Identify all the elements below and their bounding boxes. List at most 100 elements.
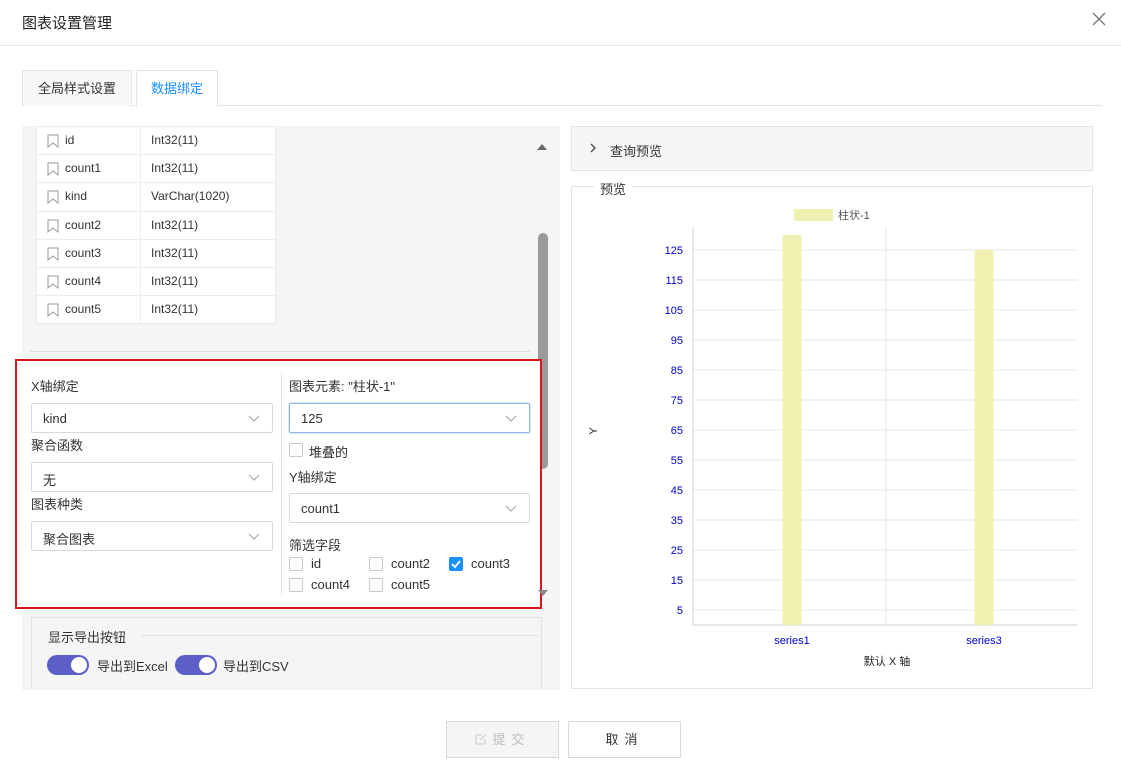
query-preview-collapse[interactable]: 查询预览 — [571, 126, 1093, 171]
query-preview-label: 查询预览 — [610, 144, 663, 159]
field-type: Int32(11) — [151, 161, 199, 176]
bar-chart: 5 15 25 35 45 55 65 75 85 95 105 115 125 series1 serie… — [588, 208, 1077, 668]
y-tick-label: 65 — [671, 425, 683, 437]
field-type: Int32(11) — [151, 217, 199, 232]
y-tick-label: 45 — [671, 485, 683, 497]
field-type: Int32(11) — [151, 245, 199, 260]
filter-label-count4: count4 — [311, 577, 351, 592]
field-row[interactable]: count4 Int32(11) — [37, 266, 275, 296]
field-row[interactable]: count2 Int32(11) — [37, 210, 275, 239]
y-tick-label: 55 — [671, 455, 683, 467]
export-group-legend: 显示导出按钮 — [48, 627, 135, 646]
y-tick-label: 125 — [665, 245, 683, 257]
bookmark-icon — [47, 219, 59, 233]
filter-label-count2: count2 — [391, 556, 431, 571]
y-axis-binding-label: Y轴绑定 — [289, 470, 337, 485]
export-csv-toggle[interactable] — [175, 655, 217, 675]
field-name: count1 — [65, 161, 102, 176]
field-type: Int32(11) — [151, 273, 199, 288]
y-tick-label: 115 — [665, 275, 683, 287]
close-icon[interactable] — [1091, 11, 1107, 27]
chart-type-value: 聚合图表 — [43, 532, 96, 547]
filter-label-count5: count5 — [391, 577, 431, 592]
stacked-label: 堆叠的 — [309, 445, 349, 460]
field-name: count2 — [65, 217, 102, 232]
chart-settings-dialog: 图表设置管理 全局样式设置 数据绑定 id Int32(11) count1 I… — [0, 0, 1121, 768]
field-row[interactable]: kind VarChar(1020) — [37, 182, 275, 211]
y-axis-select[interactable]: count1 — [289, 493, 530, 523]
bookmark-icon — [47, 162, 59, 177]
field-name: count5 — [65, 302, 102, 317]
x-tick-label: series1 — [774, 635, 809, 647]
field-type: Int32(11) — [151, 133, 199, 147]
scroll-down-arrow-icon[interactable] — [538, 590, 548, 596]
y-tick-label: 85 — [671, 365, 683, 377]
binding-settings-box: X轴绑定 kind 聚合函数 无 图表种类 聚合图表 图表元素: "柱状-1" … — [15, 359, 542, 609]
submit-button[interactable]: 提交 — [446, 721, 559, 758]
bar — [974, 250, 994, 625]
field-row[interactable]: count3 Int32(11) — [37, 238, 275, 267]
x-axis-value: kind — [43, 411, 67, 426]
bar — [782, 235, 802, 625]
y-tick-label: 5 — [677, 605, 683, 617]
x-axis-binding-label: X轴绑定 — [31, 379, 79, 394]
divider — [142, 635, 538, 636]
tab-data-binding[interactable]: 数据绑定 — [136, 70, 218, 107]
field-name: id — [65, 133, 75, 147]
y-tick-label: 75 — [671, 395, 683, 407]
filter-checkbox-count5[interactable] — [369, 578, 383, 592]
filter-checkbox-id[interactable] — [289, 557, 303, 571]
divider — [30, 351, 530, 352]
field-row[interactable]: count1 Int32(11) — [37, 154, 275, 183]
tab-global-style[interactable]: 全局样式设置 — [22, 70, 132, 106]
chart-type-select[interactable]: 聚合图表 — [31, 521, 273, 551]
stacked-checkbox[interactable] — [289, 443, 303, 457]
aggregate-function-select[interactable]: 无 — [31, 462, 273, 492]
chart-element-label: 图表元素: "柱状-1" — [289, 379, 396, 394]
field-name: count4 — [65, 273, 102, 288]
export-excel-toggle[interactable] — [47, 655, 89, 675]
chevron-down-icon — [248, 533, 260, 540]
y-tick-label: 95 — [671, 335, 683, 347]
filter-checkbox-count2[interactable] — [369, 557, 383, 571]
aggregate-function-value: 无 — [43, 473, 57, 488]
export-buttons-group: 显示导出按钮 导出到Excel 导出到CSV — [31, 617, 542, 689]
field-list: id Int32(11) count1 Int32(11) kind VarCh… — [36, 126, 276, 325]
filter-checkbox-count3[interactable] — [449, 557, 463, 571]
field-type: VarChar(1020) — [151, 189, 230, 204]
aggregate-function-label: 聚合函数 — [31, 438, 84, 453]
filter-checkbox-count4[interactable] — [289, 578, 303, 592]
export-excel-label: 导出到Excel — [97, 659, 168, 674]
field-row[interactable]: id Int32(11) — [37, 126, 275, 155]
filter-label-id: id — [311, 556, 322, 571]
chart-element-select[interactable]: 125 — [289, 403, 530, 433]
y-axis-title: Y — [588, 427, 600, 435]
chart-type-label: 图表种类 — [31, 497, 84, 512]
cancel-button[interactable]: 取消 — [568, 721, 681, 758]
x-axis-title: 默认 X 轴 — [864, 654, 910, 668]
cancel-button-label: 取消 — [605, 732, 644, 747]
export-csv-label: 导出到CSV — [223, 659, 289, 674]
bookmark-icon — [47, 190, 59, 205]
filter-fields-label: 筛选字段 — [289, 538, 342, 553]
legend-label: 柱状-1 — [838, 208, 870, 222]
dialog-footer: 提交 取消 — [0, 708, 1121, 768]
y-tick-label: 25 — [671, 545, 683, 557]
chevron-down-icon — [505, 505, 517, 512]
filter-label-count3: count3 — [471, 556, 511, 571]
chevron-down-icon — [248, 474, 260, 481]
chevron-down-icon — [505, 415, 517, 422]
chevron-right-icon — [590, 143, 596, 153]
x-tick-label: series3 — [966, 635, 1001, 647]
field-row[interactable]: count5 Int32(11) — [37, 295, 275, 324]
x-axis-select[interactable]: kind — [31, 403, 273, 433]
y-tick-label: 35 — [671, 515, 683, 527]
chevron-down-icon — [248, 415, 260, 422]
checkmark-icon — [451, 560, 461, 569]
y-tick-label: 15 — [671, 575, 683, 587]
preview-panel: 预览 5 15 25 35 45 55 65 75 85 95 105 115 125 series1 se… — [571, 179, 1093, 689]
bookmark-icon — [47, 247, 59, 261]
bookmark-icon — [47, 134, 59, 148]
scroll-up-arrow-icon[interactable] — [537, 144, 547, 150]
legend-swatch — [794, 209, 833, 221]
